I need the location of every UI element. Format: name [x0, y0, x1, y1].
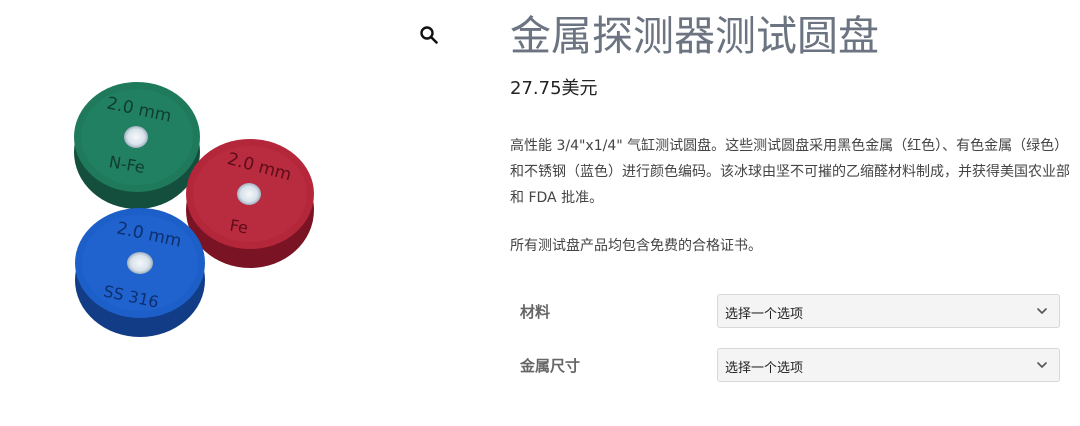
product-title: 金属探测器测试圆盘 [510, 12, 879, 60]
certificate-note: 所有测试盘产品均包含免费的合格证书。 [510, 238, 762, 254]
metal-size-select[interactable]: 选择一个选项 [717, 348, 1060, 382]
product-gallery: 2.0 mm N-Fe 2.0 mm Fe 2.0 mm SS 316 [0, 0, 460, 426]
product-description: 高性能 3/4"x1/4" 气缸测试圆盘。这些测试圆盘采用黑色金属（红色）、有色… [510, 138, 1070, 206]
zoom-button[interactable] [414, 20, 444, 50]
metal-size-select-value: 选择一个选项 [725, 361, 804, 376]
variation-options: 材料 选择一个选项 金属尺寸 选择一个选项 [510, 294, 1062, 402]
product-image[interactable]: 2.0 mm N-Fe 2.0 mm Fe 2.0 mm SS 316 [60, 70, 330, 350]
red-puck-label-metal: Fe [228, 216, 249, 238]
blue-test-puck: 2.0 mm SS 316 [75, 208, 205, 337]
material-label: 材料 [520, 303, 551, 321]
magnifier-icon [420, 26, 438, 44]
metal-size-label: 金属尺寸 [520, 357, 581, 375]
red-test-puck: 2.0 mm Fe [186, 139, 314, 268]
chevron-down-icon [1037, 308, 1047, 314]
chevron-down-icon [1037, 362, 1047, 368]
green-test-puck: 2.0 mm N-Fe [74, 82, 200, 209]
variation-row-metal-size: 金属尺寸 选择一个选项 [510, 348, 1062, 384]
material-select[interactable]: 选择一个选项 [717, 294, 1060, 328]
material-select-value: 选择一个选项 [725, 307, 804, 322]
variation-row-material: 材料 选择一个选项 [510, 294, 1062, 330]
product-price: 27.75美元 [510, 78, 598, 99]
